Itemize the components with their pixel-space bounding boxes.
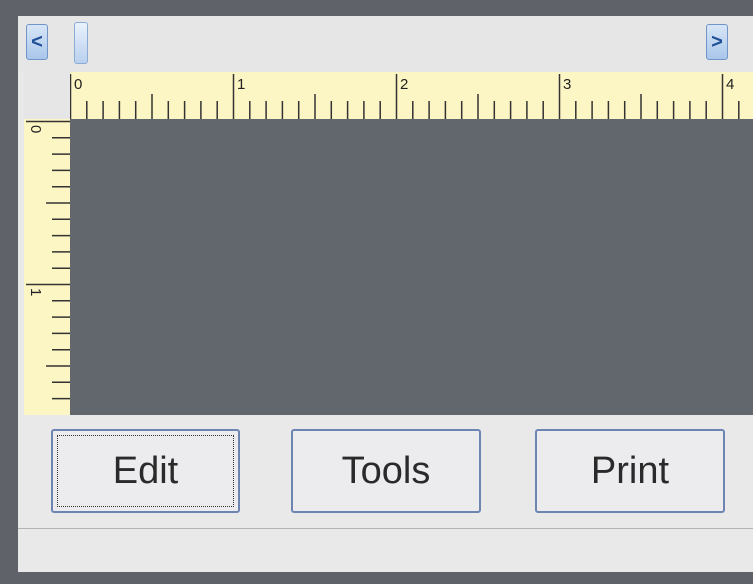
print-button[interactable]: Print: [535, 429, 725, 513]
ruler-corner: [24, 72, 70, 119]
horizontal-ruler: 0 1 2 3 4: [69, 72, 753, 119]
scroll-left-button[interactable]: <: [26, 24, 48, 60]
scroll-right-button[interactable]: >: [706, 24, 728, 60]
ruler-label: 1: [237, 76, 245, 93]
edit-button[interactable]: Edit: [51, 429, 240, 513]
chevron-right-icon: >: [711, 30, 723, 53]
vertical-ruler: 01: [24, 119, 70, 415]
drawing-canvas[interactable]: [70, 119, 753, 415]
print-button-label: Print: [590, 449, 670, 492]
ruler-label: 1: [27, 288, 44, 296]
ruler-label: 0: [74, 76, 82, 93]
status-bar: [18, 529, 753, 572]
horizontal-scrollbar[interactable]: < >: [18, 16, 753, 72]
tools-button-label: Tools: [341, 449, 431, 492]
scrollbar-thumb[interactable]: [74, 22, 88, 64]
ruler-label: 3: [563, 76, 571, 93]
ruler-label: 0: [27, 125, 44, 133]
ruler-label: 2: [400, 76, 408, 93]
horizontal-ruler-ticks: 0 1 2 3 4: [69, 74, 740, 119]
chevron-left-icon: <: [31, 30, 43, 53]
app-window: < > 01234 01 Edit Tools Print: [18, 16, 753, 572]
edit-button-label: Edit: [112, 449, 179, 492]
tools-button[interactable]: Tools: [291, 429, 481, 513]
ruler-label: 4: [726, 76, 734, 93]
vertical-ruler-ticks: 01: [26, 120, 70, 400]
